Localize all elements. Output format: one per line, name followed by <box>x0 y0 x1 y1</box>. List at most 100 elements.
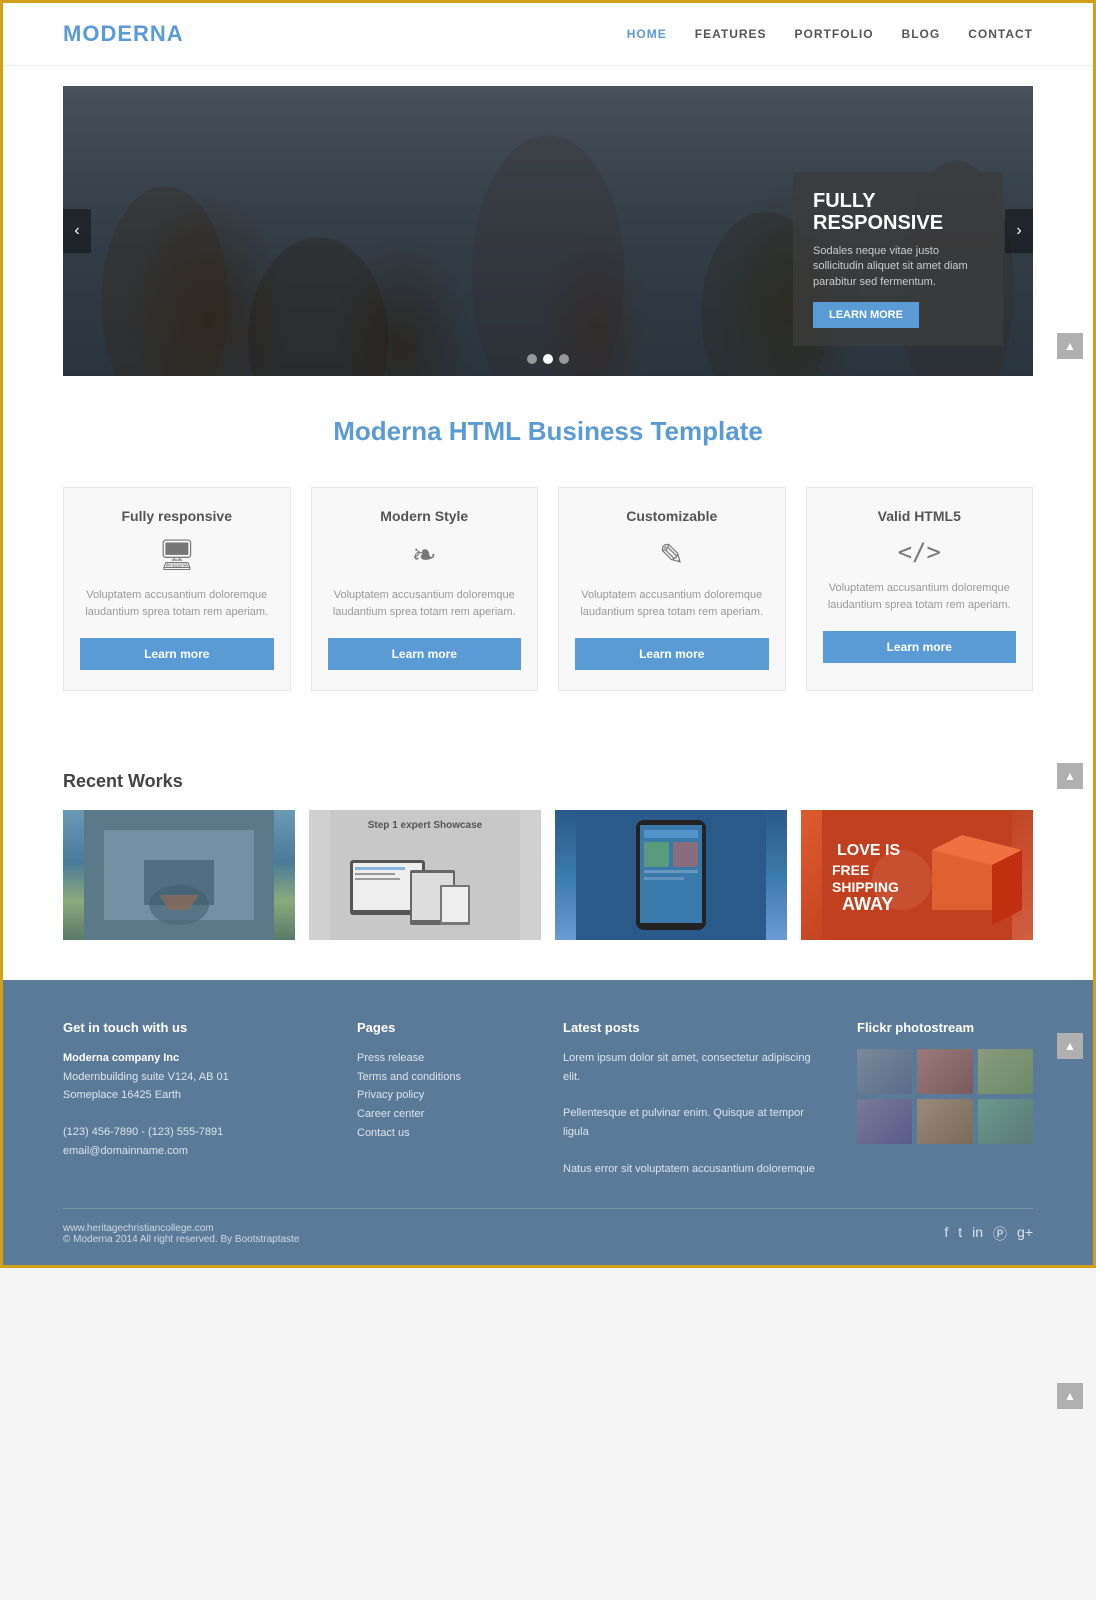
scroll-up-button-2[interactable]: ▲ <box>1057 763 1083 789</box>
flickr-thumb-2[interactable] <box>978 1049 1033 1094</box>
feature-title-0: Fully responsive <box>80 508 274 524</box>
feature-icon-1: ❧ <box>328 538 522 573</box>
hero-dot-3[interactable] <box>559 354 569 364</box>
section-title: Moderna HTML Business Template <box>3 376 1093 467</box>
nav-blog[interactable]: BLOG <box>902 27 941 41</box>
footer-url: www.heritagechristiancollege.com <box>63 1223 299 1234</box>
feature-card-1: Modern Style ❧ Voluptatem accusantium do… <box>311 487 539 691</box>
nav-contact[interactable]: CONTACT <box>968 27 1033 41</box>
googleplus-icon[interactable]: g+ <box>1017 1224 1033 1244</box>
svg-text:FREE: FREE <box>832 862 869 878</box>
main-nav: HOME FEATURES PORTFOLIO BLOG CONTACT <box>627 27 1033 41</box>
footer-page-4[interactable]: Contact us <box>357 1124 533 1143</box>
flickr-thumb-1[interactable] <box>917 1049 972 1094</box>
works-grid: Step 1 expert Showcase <box>63 810 1033 940</box>
hero-text-box: FULLY RESPONSIVE Sodales neque vitae jus… <box>793 172 1003 346</box>
logo-highlight: M <box>63 21 82 46</box>
footer-bottom: www.heritagechristiancollege.com © Moder… <box>63 1208 1033 1245</box>
nav-features[interactable]: FEATURES <box>695 27 767 41</box>
footer-phone: (123) 456-7890 - (123) 555-7891 <box>63 1123 327 1142</box>
feature-card-2: Customizable ✎ Voluptatem accusantium do… <box>558 487 786 691</box>
footer-pages-title: Pages <box>357 1020 533 1035</box>
work-item-0[interactable] <box>63 810 295 940</box>
feature-icon-3: </> <box>823 538 1017 566</box>
hero-section: ‹ › FULLY RESPONSIVE Sodales neque vitae… <box>63 86 1033 376</box>
feature-card-3: Valid HTML5 </> Voluptatem accusantium d… <box>806 487 1034 691</box>
work-item-3[interactable]: LOVE IS FREE SHIPPING AWAY <box>801 810 1033 940</box>
work-item-1[interactable]: Step 1 expert Showcase <box>309 810 541 940</box>
footer-address-1: Modernbuilding suite V124, AB 01 <box>63 1068 327 1087</box>
feature-btn-0[interactable]: Learn more <box>80 638 274 670</box>
twitter-icon[interactable]: t <box>958 1224 962 1244</box>
pinterest-icon[interactable]: Ⓟ <box>993 1224 1007 1244</box>
flickr-thumb-0[interactable] <box>857 1049 912 1094</box>
feature-desc-2: Voluptatem accusantium doloremque laudan… <box>575 587 769 620</box>
feature-card-0: Fully responsive 🖥 Voluptatem accusantiu… <box>63 487 291 691</box>
logo-rest: ODERNA <box>82 21 183 46</box>
recent-works-title: Recent Works <box>63 771 1033 792</box>
flickr-thumb-5[interactable] <box>978 1099 1033 1144</box>
svg-text:LOVE IS: LOVE IS <box>837 842 900 859</box>
footer-bottom-text: www.heritagechristiancollege.com © Moder… <box>63 1223 299 1245</box>
footer-copyright: © Moderna 2014 All right reserved. By Bo… <box>63 1234 299 1245</box>
feature-btn-1[interactable]: Learn more <box>328 638 522 670</box>
footer-contact-title: Get in touch with us <box>63 1020 327 1035</box>
hero-dots <box>527 354 569 364</box>
scroll-up-button-3[interactable]: ▲ <box>1057 1033 1083 1059</box>
footer-page-3[interactable]: Career center <box>357 1105 533 1124</box>
feature-btn-2[interactable]: Learn more <box>575 638 769 670</box>
feature-btn-3[interactable]: Learn more <box>823 631 1017 663</box>
scroll-up-button-1[interactable]: ▲ <box>1057 333 1083 359</box>
footer-grid: Get in touch with us Moderna company Inc… <box>63 1020 1033 1178</box>
work-image-3: LOVE IS FREE SHIPPING AWAY <box>801 810 1033 940</box>
footer-company-name: Moderna company Inc <box>63 1049 327 1068</box>
hero-dot-1[interactable] <box>527 354 537 364</box>
footer-page-0[interactable]: Press release <box>357 1049 533 1068</box>
footer-flickr-title: Flickr photostream <box>857 1020 1033 1035</box>
hero-dot-2[interactable] <box>543 354 553 364</box>
footer-posts-title: Latest posts <box>563 1020 827 1035</box>
feature-title-2: Customizable <box>575 508 769 524</box>
features-section: Fully responsive 🖥 Voluptatem accusantiu… <box>3 467 1093 741</box>
hero-next-arrow[interactable]: › <box>1005 209 1033 253</box>
social-icons: f t in Ⓟ g+ <box>944 1224 1033 1244</box>
feature-desc-3: Voluptatem accusantium doloremque laudan… <box>823 580 1017 613</box>
scroll-up-button-4[interactable]: ▲ <box>1057 1383 1083 1409</box>
flickr-thumb-3[interactable] <box>857 1099 912 1144</box>
hero-prev-arrow[interactable]: ‹ <box>63 209 91 253</box>
feature-title-1: Modern Style <box>328 508 522 524</box>
footer-page-1[interactable]: Terms and conditions <box>357 1068 533 1087</box>
footer-post-2: Natus error sit voluptatem accusantium d… <box>563 1160 827 1179</box>
work-image-0 <box>63 810 295 940</box>
footer-address-2: Someplace 16425 Earth <box>63 1086 327 1105</box>
footer-posts-col: Latest posts Lorem ipsum dolor sit amet,… <box>563 1020 827 1178</box>
feature-desc-1: Voluptatem accusantium doloremque laudan… <box>328 587 522 620</box>
work-item-1-label: Step 1 expert Showcase <box>368 820 483 831</box>
flickr-grid <box>857 1049 1033 1144</box>
facebook-icon[interactable]: f <box>944 1224 948 1244</box>
svg-text:SHIPPING: SHIPPING <box>832 879 899 895</box>
footer-contact-col: Get in touch with us Moderna company Inc… <box>63 1020 327 1178</box>
hero-cta-button[interactable]: LEARN MORE <box>813 302 919 328</box>
logo[interactable]: MODERNA <box>63 21 184 47</box>
header: MODERNA HOME FEATURES PORTFOLIO BLOG CON… <box>3 3 1093 66</box>
recent-works-section: Recent Works Step 1 expert Showcase <box>3 741 1093 980</box>
hero-title: FULLY RESPONSIVE <box>813 190 983 234</box>
svg-text:AWAY: AWAY <box>842 894 893 914</box>
footer-page-2[interactable]: Privacy policy <box>357 1086 533 1105</box>
feature-title-3: Valid HTML5 <box>823 508 1017 524</box>
section-title-highlight: Moderna <box>333 416 441 446</box>
work-item-2[interactable] <box>555 810 787 940</box>
footer: Get in touch with us Moderna company Inc… <box>3 980 1093 1265</box>
footer-email: email@domainname.com <box>63 1142 327 1161</box>
flickr-thumb-4[interactable] <box>917 1099 972 1144</box>
feature-icon-0: 🖥 <box>80 538 274 573</box>
footer-post-0: Lorem ipsum dolor sit amet, consectetur … <box>563 1049 827 1086</box>
features-grid: Fully responsive 🖥 Voluptatem accusantiu… <box>63 487 1033 691</box>
nav-home[interactable]: HOME <box>627 27 667 41</box>
nav-portfolio[interactable]: PORTFOLIO <box>795 27 874 41</box>
hero-description: Sodales neque vitae justo sollicitudin a… <box>813 244 983 290</box>
feature-desc-0: Voluptatem accusantium doloremque laudan… <box>80 587 274 620</box>
linkedin-icon[interactable]: in <box>972 1224 983 1244</box>
feature-icon-2: ✎ <box>575 538 769 573</box>
